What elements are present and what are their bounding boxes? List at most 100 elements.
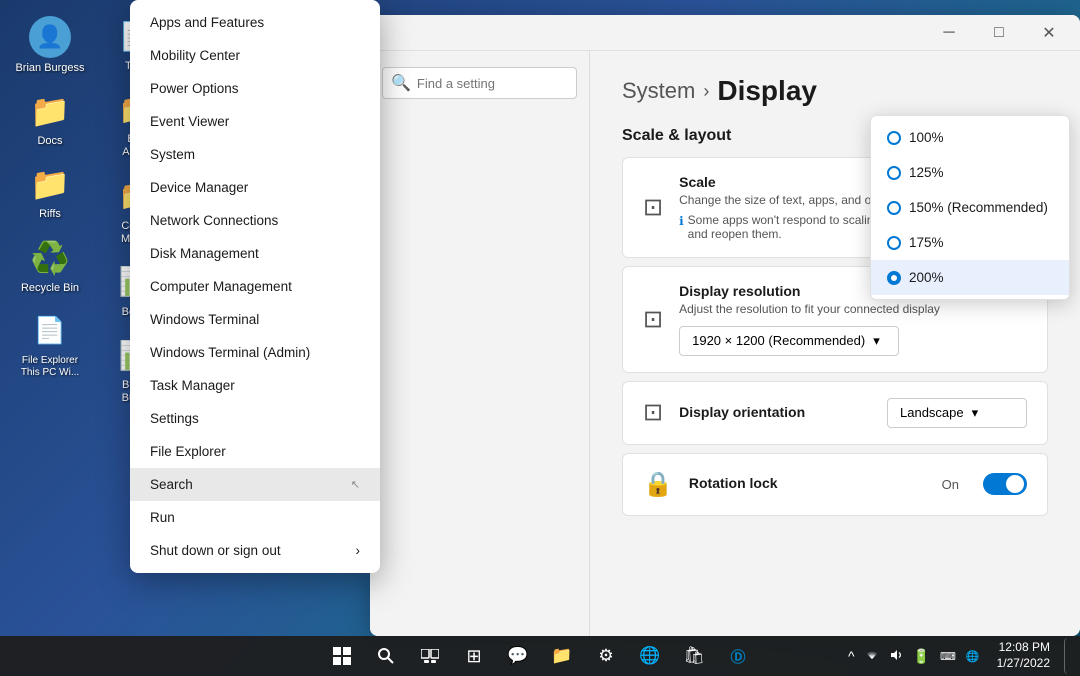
scale-label-150: 150% (Recommended) xyxy=(909,200,1048,215)
show-desktop-button[interactable] xyxy=(1064,638,1072,674)
tray-chevron-icon[interactable]: ^ xyxy=(845,646,858,666)
menu-item-event[interactable]: Event Viewer xyxy=(130,105,380,138)
tray-network-icon[interactable]: 🌐 xyxy=(963,648,983,665)
rotation-lock-toggle[interactable] xyxy=(983,473,1027,495)
orientation-info: Display orientation xyxy=(679,404,871,422)
orientation-value: Landscape xyxy=(900,405,964,420)
taskbar-widgets-button[interactable]: ⊞ xyxy=(454,638,494,674)
user-icon: 👤 xyxy=(29,16,71,58)
menu-item-task[interactable]: Task Manager xyxy=(130,369,380,402)
search-icon: 🔍 xyxy=(391,73,411,93)
submenu-arrow-icon: › xyxy=(356,543,361,558)
system-clock[interactable]: 12:08 PM 1/27/2022 xyxy=(991,638,1056,673)
minimize-button[interactable]: ─ xyxy=(926,17,972,49)
tray-volume-icon[interactable] xyxy=(886,646,906,667)
scale-radio-175 xyxy=(887,236,901,250)
taskbar-center: ⊞ 💬 📁 ⚙ 🌐 🛍 Ⓓ xyxy=(322,638,758,674)
settings-sidebar: 🔍 xyxy=(370,51,590,636)
title-bar-buttons: ─ □ ✕ xyxy=(926,17,1072,49)
taskbar-store-button[interactable]: 🛍 xyxy=(674,638,714,674)
desktop-icon-docs[interactable]: 📁 Docs xyxy=(10,85,90,154)
scale-radio-100 xyxy=(887,131,901,145)
scale-radio-200-inner xyxy=(891,275,897,281)
menu-item-shutdown[interactable]: Shut down or sign out › xyxy=(130,534,380,567)
menu-item-system[interactable]: System xyxy=(130,138,380,171)
scale-label-100: 100% xyxy=(909,130,944,145)
tray-battery-icon[interactable]: 🔋 xyxy=(910,646,933,667)
scale-radio-125 xyxy=(887,166,901,180)
menu-item-power[interactable]: Power Options xyxy=(130,72,380,105)
tray-wifi-icon[interactable] xyxy=(862,646,882,667)
taskbar-search-button[interactable] xyxy=(366,638,406,674)
menu-item-disk[interactable]: Disk Management xyxy=(130,237,380,270)
scale-option-100[interactable]: 100% xyxy=(871,120,1069,155)
menu-item-terminal-admin[interactable]: Windows Terminal (Admin) xyxy=(130,336,380,369)
desktop-icon-recycle[interactable]: ♻️ Recycle Bin xyxy=(10,232,90,301)
file-explorer-icon: 📄 xyxy=(30,311,70,351)
resolution-dropdown-row: 1920 × 1200 (Recommended) ▾ xyxy=(679,326,1027,356)
taskbar-file-explorer-button[interactable]: 📁 xyxy=(542,638,582,674)
docs-folder-icon: 📁 xyxy=(30,91,70,131)
context-menu: Apps and Features Mobility Center Power … xyxy=(130,0,380,573)
menu-item-search[interactable]: Search ↖ xyxy=(130,468,380,501)
scale-option-200[interactable]: 200% xyxy=(871,260,1069,295)
scale-label-125: 125% xyxy=(909,165,944,180)
menu-item-network[interactable]: Network Connections xyxy=(130,204,380,237)
taskbar-task-view-button[interactable] xyxy=(410,638,450,674)
taskbar-start-button[interactable] xyxy=(322,638,362,674)
user-icon-label: Brian Burgess xyxy=(15,62,84,75)
taskbar-dell-button[interactable]: Ⓓ xyxy=(718,638,758,674)
desktop-icon-riffs[interactable]: 📁 Riffs xyxy=(10,158,90,227)
scale-radio-200 xyxy=(887,271,901,285)
toggle-knob xyxy=(1006,475,1024,493)
resolution-setting-desc: Adjust the resolution to fit your connec… xyxy=(679,301,1027,318)
tray-keyboard-icon[interactable]: ⌨ xyxy=(937,648,959,665)
menu-item-terminal[interactable]: Windows Terminal xyxy=(130,303,380,336)
scale-option-125[interactable]: 125% xyxy=(871,155,1069,190)
scale-label-175: 175% xyxy=(909,235,944,250)
info-icon: ℹ xyxy=(679,214,684,228)
clock-date: 1/27/2022 xyxy=(997,656,1050,672)
riffs-folder-icon: 📁 xyxy=(30,164,70,204)
breadcrumb-display: Display xyxy=(717,75,817,107)
desktop: 👤 Brian Burgess 📁 Docs 📁 Riffs ♻️ Recycl… xyxy=(0,0,1080,676)
maximize-button[interactable]: □ xyxy=(976,17,1022,49)
menu-item-settings[interactable]: Settings xyxy=(130,402,380,435)
menu-item-file-explorer[interactable]: File Explorer xyxy=(130,435,380,468)
breadcrumb-system: System xyxy=(622,78,695,104)
clock-time: 12:08 PM xyxy=(997,640,1050,656)
menu-item-apps[interactable]: Apps and Features xyxy=(130,6,380,39)
desktop-icon-user[interactable]: 👤 Brian Burgess xyxy=(10,10,90,81)
orientation-dropdown-button[interactable]: Landscape ▾ xyxy=(887,398,1027,428)
taskbar-edge-button[interactable]: 🌐 xyxy=(630,638,670,674)
menu-item-computer[interactable]: Computer Management xyxy=(130,270,380,303)
scale-option-150[interactable]: 150% (Recommended) xyxy=(871,190,1069,225)
settings-search-input[interactable] xyxy=(417,76,568,91)
rotation-lock-name: Rotation lock xyxy=(689,475,926,491)
taskbar-right: ^ 🔋 ⌨ 🌐 xyxy=(845,638,1072,674)
breadcrumb: System › Display xyxy=(622,75,1048,107)
resolution-value: 1920 × 1200 (Recommended) xyxy=(692,333,865,348)
title-bar: ─ □ ✕ xyxy=(370,15,1080,51)
rotation-lock-icon: 🔒 xyxy=(643,470,673,499)
system-tray-icons: ^ 🔋 ⌨ 🌐 xyxy=(845,646,983,667)
resolution-dropdown-button[interactable]: 1920 × 1200 (Recommended) ▾ xyxy=(679,326,899,356)
desktop-icon-file-explorer[interactable]: 📄 File ExplorerThis PC Wi... xyxy=(10,305,90,385)
chevron-down-icon-orientation: ▾ xyxy=(972,405,979,421)
recycle-bin-icon: ♻️ xyxy=(30,238,70,278)
menu-item-run[interactable]: Run xyxy=(130,501,380,534)
settings-search-bar[interactable]: 🔍 xyxy=(382,67,577,99)
rotation-lock-info: Rotation lock xyxy=(689,475,926,493)
rotation-lock-control: On xyxy=(942,473,1027,495)
rotation-lock-status: On xyxy=(942,477,959,492)
riffs-icon-label: Riffs xyxy=(39,208,61,221)
menu-item-mobility[interactable]: Mobility Center xyxy=(130,39,380,72)
taskbar-teams-button[interactable]: 💬 xyxy=(498,638,538,674)
recycle-icon-label: Recycle Bin xyxy=(21,282,79,295)
close-button[interactable]: ✕ xyxy=(1026,17,1072,49)
menu-item-device[interactable]: Device Manager xyxy=(130,171,380,204)
desktop-icons-area: 👤 Brian Burgess 📁 Docs 📁 Riffs ♻️ Recycl… xyxy=(10,10,90,385)
scale-option-175[interactable]: 175% xyxy=(871,225,1069,260)
taskbar-settings-button[interactable]: ⚙ xyxy=(586,638,626,674)
orientation-setting-card: ⊡ Display orientation Landscape ▾ xyxy=(622,381,1048,445)
